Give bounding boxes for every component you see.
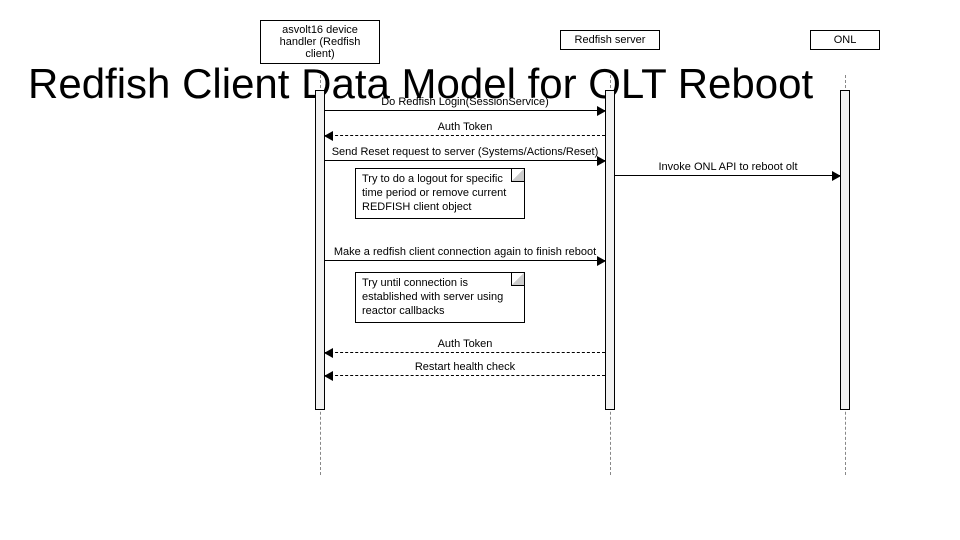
- msg-login-label: Do Redfish Login(SessionService): [381, 96, 549, 108]
- msg-auth-token-2-label: Auth Token: [438, 338, 493, 350]
- msg-auth-token: [325, 135, 605, 136]
- note-logout: Try to do a logout for specific time per…: [355, 168, 525, 219]
- msg-reconnect-label: Make a redfish client connection again t…: [334, 246, 596, 258]
- activation-server: [605, 90, 615, 410]
- note-retry: Try until connection is established with…: [355, 272, 525, 323]
- sequence-diagram: asvolt16 device handler (Redfish client)…: [260, 20, 950, 520]
- participant-onl: ONL: [810, 30, 880, 50]
- msg-restart-health: [325, 375, 605, 376]
- msg-restart-health-label: Restart health check: [415, 361, 515, 373]
- participant-server: Redfish server: [560, 30, 660, 50]
- msg-invoke-onl: [615, 175, 840, 176]
- msg-login: [325, 110, 605, 111]
- msg-invoke-onl-label: Invoke ONL API to reboot olt: [658, 161, 797, 173]
- msg-reset: [325, 160, 605, 161]
- msg-auth-token-2: [325, 352, 605, 353]
- msg-auth-token-label: Auth Token: [438, 121, 493, 133]
- msg-reset-label: Send Reset request to server (Systems/Ac…: [332, 146, 599, 158]
- participant-client: asvolt16 device handler (Redfish client): [260, 20, 380, 64]
- activation-onl: [840, 90, 850, 410]
- msg-reconnect: [325, 260, 605, 261]
